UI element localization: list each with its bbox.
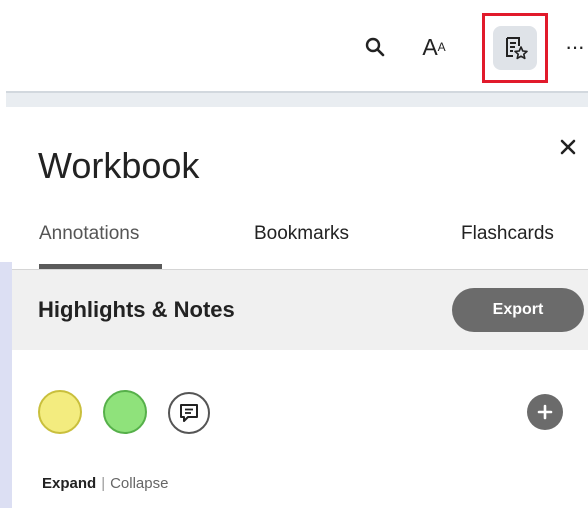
toolbar-shadow: [6, 93, 588, 107]
section-title: Highlights & Notes: [38, 297, 235, 322]
font-size-button[interactable]: AA: [412, 30, 456, 64]
workbook-button-background: [493, 26, 537, 70]
book-page-edge: [0, 262, 12, 508]
separator: |: [101, 475, 106, 492]
reader-toolbar: AA ···: [0, 0, 588, 90]
more-icon: ···: [565, 34, 585, 59]
green-highlight-filter[interactable]: [103, 390, 147, 434]
highlights-notes-header: Highlights & Notes Export: [12, 270, 588, 350]
more-options-button[interactable]: ···: [565, 30, 588, 64]
close-button[interactable]: [554, 133, 582, 161]
workbook-panel: Workbook Annotations Bookmarks Flashcard…: [12, 107, 588, 508]
workbook-button[interactable]: [482, 13, 548, 83]
yellow-highlight-filter[interactable]: [38, 390, 82, 434]
expand-collapse-controls: Expand | Collapse: [42, 475, 168, 492]
font-size-icon-small-a: A: [437, 40, 446, 54]
workbook-tabs: Annotations Bookmarks Flashcards: [12, 213, 588, 270]
export-button[interactable]: Export: [452, 288, 584, 332]
close-icon: [560, 139, 576, 155]
search-icon: [365, 37, 385, 57]
font-size-icon-large-a: A: [422, 33, 438, 60]
plus-icon: [537, 404, 553, 420]
tab-bookmarks[interactable]: Bookmarks: [254, 223, 349, 245]
tab-flashcards[interactable]: Flashcards: [461, 223, 554, 245]
tab-annotations[interactable]: Annotations: [39, 223, 139, 245]
add-note-button[interactable]: [527, 394, 563, 430]
collapse-link[interactable]: Collapse: [110, 475, 168, 492]
search-button[interactable]: [358, 30, 392, 64]
workbook-star-icon: [506, 37, 528, 60]
note-icon: [180, 404, 198, 422]
panel-title: Workbook: [38, 145, 200, 186]
notes-filter-button[interactable]: [168, 392, 210, 434]
expand-link[interactable]: Expand: [42, 475, 96, 492]
